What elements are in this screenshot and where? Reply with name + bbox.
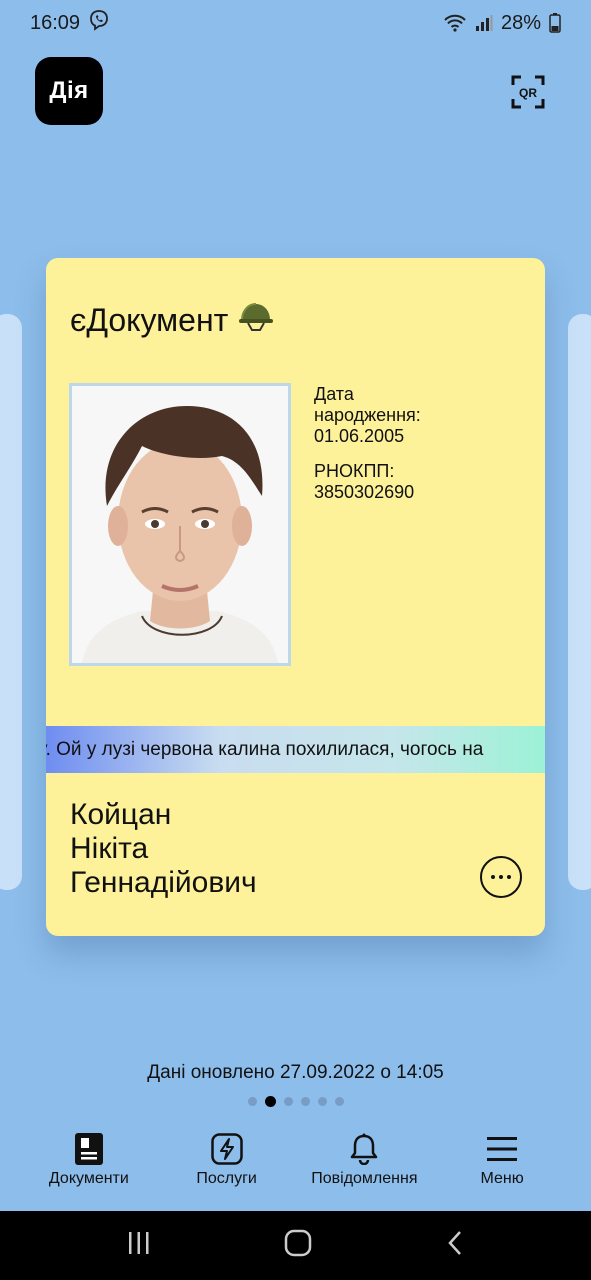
full-name: Койцан Нікіта Геннадійович bbox=[70, 798, 257, 900]
middle-name: Геннадійович bbox=[70, 866, 257, 899]
document-card[interactable]: єДокумент Дата народження: 01.06.2005 РН… bbox=[46, 258, 545, 936]
svg-text:QR: QR bbox=[519, 86, 537, 100]
document-info: Дата народження: 01.06.2005 РНОКПП: 3850… bbox=[314, 384, 524, 517]
battery-text: 28% bbox=[500, 11, 541, 34]
status-left: 16:09 bbox=[30, 9, 110, 37]
nav-documents-label: Документи bbox=[48, 1170, 129, 1187]
first-name: Нікіта bbox=[70, 832, 149, 865]
updated-timestamp: Дані оновлено 27.09.2022 о 14:05 bbox=[147, 1062, 444, 1083]
pagination-dots bbox=[0, 1096, 591, 1107]
diia-logo[interactable]: Дія bbox=[35, 57, 103, 125]
recent-apps-button[interactable] bbox=[126, 1230, 152, 1261]
home-button[interactable] bbox=[284, 1229, 312, 1262]
nav-menu-label: Меню bbox=[480, 1170, 524, 1187]
tax-number-value: 3850302690 bbox=[314, 482, 415, 502]
nav-notifications-label: Повідомлення bbox=[311, 1170, 418, 1187]
document-icon bbox=[72, 1132, 106, 1166]
card-title-text: єДокумент bbox=[70, 301, 229, 338]
page-dot[interactable] bbox=[247, 1097, 257, 1106]
status-bar: 16:09 28% bbox=[0, 0, 591, 46]
next-card[interactable] bbox=[568, 314, 591, 890]
page-dot-active[interactable] bbox=[264, 1096, 276, 1107]
more-options-button[interactable] bbox=[480, 856, 522, 898]
qr-icon: QR bbox=[511, 75, 545, 109]
previous-card[interactable] bbox=[0, 314, 22, 890]
birth-label-line1: Дата bbox=[314, 384, 354, 404]
tax-number-label: РНОКПП: bbox=[314, 461, 395, 481]
helmet-icon bbox=[238, 300, 274, 340]
back-icon bbox=[448, 1231, 461, 1255]
nav-services[interactable]: Послуги bbox=[162, 1132, 292, 1188]
bottom-navigation: Документи Послуги Повідомлення Меню bbox=[0, 1128, 591, 1208]
nav-menu[interactable]: Меню bbox=[437, 1132, 567, 1188]
page-dot[interactable] bbox=[334, 1097, 344, 1106]
birth-date-value: 01.06.2005 bbox=[314, 426, 405, 446]
more-dot bbox=[499, 875, 503, 879]
signal-icon bbox=[475, 14, 493, 32]
viber-icon bbox=[88, 9, 110, 37]
profile-photo bbox=[69, 383, 291, 666]
page-dot[interactable] bbox=[283, 1097, 293, 1106]
ticker-strip: у. Ой у лузі червона калина похилилася, … bbox=[46, 726, 545, 773]
lightning-icon bbox=[210, 1132, 244, 1166]
nav-documents[interactable]: Документи bbox=[24, 1132, 154, 1188]
page-dot[interactable] bbox=[317, 1097, 327, 1106]
recent-apps-icon bbox=[129, 1232, 149, 1254]
birth-label-line2: народження: bbox=[314, 405, 421, 425]
more-dot bbox=[491, 875, 495, 879]
wifi-icon bbox=[443, 13, 467, 33]
status-right: 28% bbox=[443, 12, 561, 35]
battery-icon bbox=[549, 13, 561, 33]
nav-notifications[interactable]: Повідомлення bbox=[299, 1132, 429, 1188]
nav-services-label: Послуги bbox=[196, 1170, 257, 1187]
birth-date-block: Дата народження: 01.06.2005 bbox=[314, 384, 524, 447]
bell-icon bbox=[347, 1132, 381, 1166]
hamburger-icon bbox=[485, 1132, 519, 1166]
page-dot[interactable] bbox=[300, 1097, 310, 1106]
logo-text: Дія bbox=[49, 77, 89, 104]
status-time: 16:09 bbox=[30, 11, 81, 34]
ticker-text: у. Ой у лузі червона калина похилилася, … bbox=[46, 738, 484, 760]
tax-number-block: РНОКПП: 3850302690 bbox=[314, 461, 524, 503]
card-title: єДокумент bbox=[70, 300, 274, 340]
home-icon bbox=[285, 1229, 312, 1257]
more-dot bbox=[507, 875, 511, 879]
system-navigation-bar bbox=[0, 1211, 591, 1280]
last-name: Койцан bbox=[70, 798, 172, 831]
back-button[interactable] bbox=[445, 1229, 465, 1262]
qr-scan-button[interactable]: QR bbox=[510, 74, 546, 110]
